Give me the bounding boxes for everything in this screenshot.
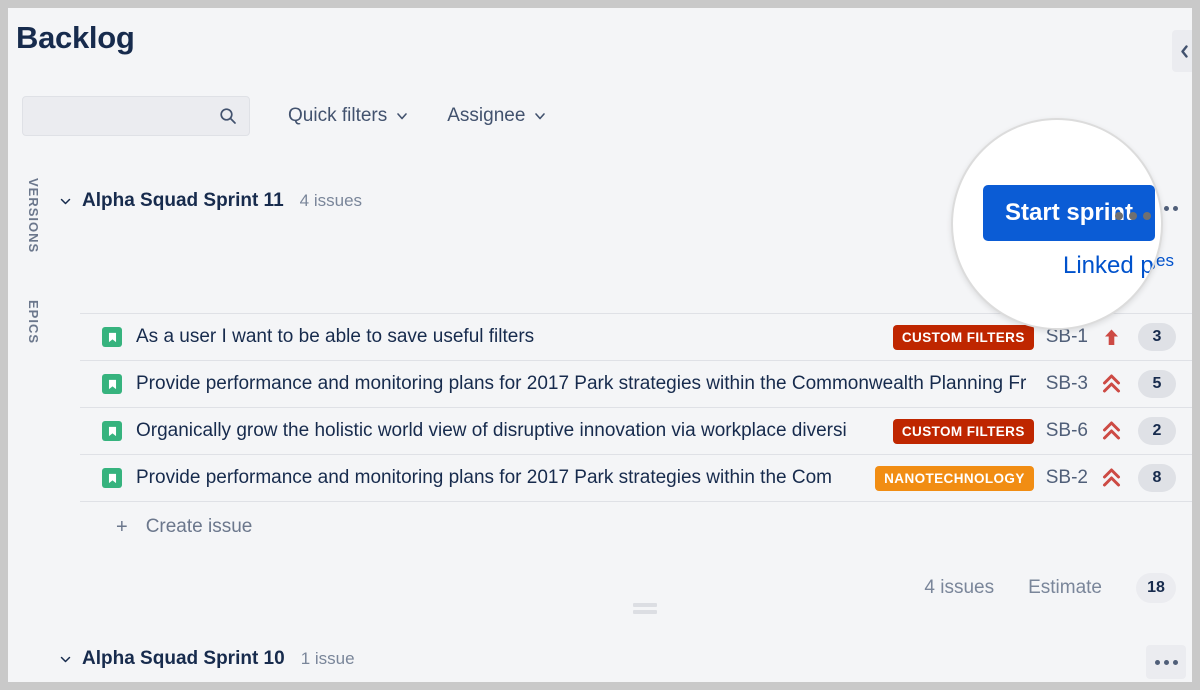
estimate-badge: 3 — [1138, 323, 1176, 351]
sprint-name: Alpha Squad Sprint 11 — [82, 190, 284, 212]
filter-bar: Quick filters Assignee — [22, 96, 547, 136]
issue-key[interactable]: SB-2 — [1046, 467, 1088, 489]
create-issue-label: Create issue — [146, 516, 253, 538]
estimate-badge: 2 — [1138, 417, 1176, 445]
chevron-down-icon[interactable] — [58, 195, 72, 208]
ellipsis-icon — [1155, 660, 1160, 665]
issue-summary: Organically grow the holistic world view… — [136, 420, 887, 442]
assignee-filter-button[interactable]: Assignee — [447, 105, 547, 127]
issue-list: As a user I want to be able to save usef… — [80, 313, 1192, 502]
sprint-name: Alpha Squad Sprint 10 — [82, 648, 285, 670]
story-icon — [102, 327, 122, 347]
arrow-up-icon — [1098, 328, 1124, 347]
story-icon — [102, 374, 122, 394]
search-icon — [219, 107, 237, 125]
magnifier-lens: Start sprint Linked pa — [951, 118, 1163, 330]
table-row[interactable]: Provide performance and monitoring plans… — [80, 361, 1192, 408]
ellipsis-icon — [1143, 212, 1151, 220]
issue-label[interactable]: CUSTOM FILTERS — [893, 419, 1034, 444]
issue-summary: Provide performance and monitoring plans… — [136, 467, 869, 489]
total-issues-text: 4 issues — [924, 577, 994, 599]
ellipsis-icon — [1173, 206, 1178, 211]
chevron-down-icon — [395, 109, 409, 123]
sprint-more-options-button[interactable] — [1146, 645, 1186, 679]
chevron-down-icon — [533, 109, 547, 123]
panel-collapse-toggle[interactable] — [1172, 30, 1192, 72]
ellipsis-icon — [1164, 206, 1169, 211]
story-icon — [102, 468, 122, 488]
chevron-left-icon — [1180, 45, 1189, 58]
chevron-down-icon[interactable] — [58, 653, 72, 666]
quick-filters-button[interactable]: Quick filters — [288, 105, 409, 127]
estimate-label: Estimate — [1028, 577, 1102, 599]
table-row[interactable]: Provide performance and monitoring plans… — [80, 455, 1192, 502]
ellipsis-icon — [1129, 212, 1137, 220]
create-issue-button[interactable]: + Create issue — [116, 516, 252, 538]
drag-line — [633, 603, 657, 607]
rail-versions-label[interactable]: VERSIONS — [26, 178, 41, 253]
issue-label[interactable]: CUSTOM FILTERS — [893, 325, 1034, 350]
drag-line — [633, 610, 657, 614]
estimate-badge: 8 — [1138, 464, 1176, 492]
magnified-linked-pages-link[interactable]: Linked pa — [1063, 252, 1163, 280]
table-row[interactable]: Organically grow the holistic world view… — [80, 408, 1192, 455]
sprint-totals: 4 issues Estimate 18 — [924, 573, 1176, 603]
estimate-total-badge: 18 — [1136, 573, 1176, 603]
search-input[interactable] — [22, 96, 250, 136]
ellipsis-icon — [1164, 660, 1169, 665]
double-chevron-up-icon — [1098, 468, 1124, 488]
issue-summary: Provide performance and monitoring plans… — [136, 373, 1038, 395]
page-title: Backlog — [16, 20, 135, 56]
issue-label[interactable]: NANOTECHNOLOGY — [875, 466, 1034, 491]
sprint-header-10[interactable]: Alpha Squad Sprint 10 1 issue — [58, 648, 355, 670]
issue-summary: As a user I want to be able to save usef… — [136, 326, 887, 348]
backlog-page: Backlog Quick filters Assignee VERSIONS — [8, 8, 1192, 682]
estimate-badge: 5 — [1138, 370, 1176, 398]
double-chevron-up-icon — [1098, 374, 1124, 394]
sprint-issue-count: 4 issues — [300, 191, 362, 211]
sprint-header-11[interactable]: Alpha Squad Sprint 11 4 issues — [58, 190, 362, 212]
sprint-issue-count: 1 issue — [301, 649, 355, 669]
resize-drag-handle[interactable] — [633, 603, 657, 614]
issue-key[interactable]: SB-3 — [1046, 373, 1088, 395]
rail-epics-label[interactable]: EPICS — [26, 300, 41, 344]
double-chevron-up-icon — [1098, 421, 1124, 441]
issue-key[interactable]: SB-6 — [1046, 420, 1088, 442]
story-icon — [102, 421, 122, 441]
quick-filters-label: Quick filters — [288, 105, 387, 127]
ellipsis-icon — [1173, 660, 1178, 665]
magnified-more-options-button[interactable] — [1115, 212, 1151, 220]
ellipsis-icon — [1115, 212, 1123, 220]
plus-icon: + — [116, 517, 128, 537]
assignee-filter-label: Assignee — [447, 105, 525, 127]
